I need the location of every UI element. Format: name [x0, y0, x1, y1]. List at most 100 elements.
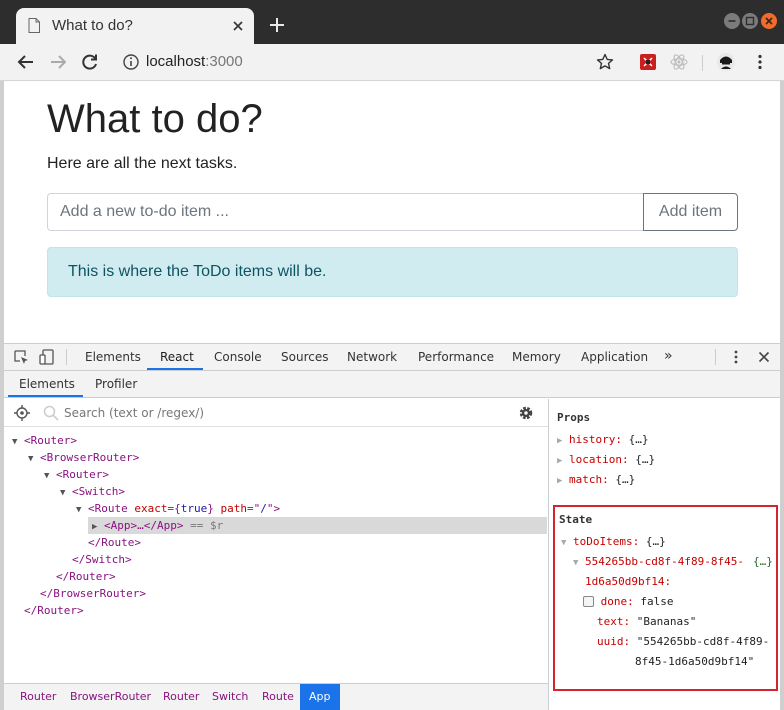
crosshair-icon[interactable]	[13, 404, 31, 422]
state-row-done[interactable]: done: false	[583, 593, 674, 610]
prop-row-location[interactable]: ▶ location: {…}	[557, 451, 655, 468]
browser-toolbar: localhost:3000	[0, 44, 784, 81]
page-subtitle: Here are all the next tasks.	[47, 155, 238, 172]
close-icon	[765, 17, 773, 25]
tree-node-browserrouter-close: </BrowserRouter>	[40, 587, 146, 600]
add-item-button[interactable]: Add item	[643, 193, 738, 231]
back-arrow-icon[interactable]	[16, 52, 36, 72]
expand-triangle-icon[interactable]: ▼	[12, 437, 17, 447]
page-icon	[28, 18, 40, 33]
tree-node-app-selected[interactable]: ▶ <App>…</App> == $r	[88, 517, 547, 534]
avatar[interactable]	[716, 52, 736, 72]
breadcrumb-switch[interactable]: Switch	[206, 684, 254, 710]
subtab-elements[interactable]: Elements	[19, 377, 75, 391]
tab-memory[interactable]: Memory	[512, 350, 561, 364]
devtools-separator	[66, 349, 67, 365]
reload-icon[interactable]	[80, 52, 100, 72]
tree-node-route-close: </Route>	[88, 536, 141, 549]
devtools-tabbar: Elements React Console Sources Network P…	[4, 344, 780, 371]
url-port: :3000	[205, 53, 243, 70]
component-search-input[interactable]	[64, 404, 504, 422]
tab-network[interactable]: Network	[347, 350, 397, 364]
alert-text: This is where the ToDo items will be.	[68, 263, 327, 280]
expand-triangle-icon[interactable]: ▶	[557, 436, 562, 446]
search-icon	[43, 405, 59, 421]
maximize-window-button[interactable]	[742, 13, 758, 29]
expand-triangle-icon[interactable]: ▼	[60, 488, 65, 498]
react-subtabs: Elements Profiler	[4, 371, 780, 398]
minimize-icon	[728, 20, 736, 22]
subtab-profiler[interactable]: Profiler	[95, 377, 137, 391]
active-tab-indicator	[147, 368, 203, 370]
tab-strip: What to do?	[0, 0, 784, 44]
forward-arrow-icon[interactable]	[48, 52, 68, 72]
extension-red-icon[interactable]	[638, 52, 658, 72]
tree-node-browserrouter[interactable]: ▼ <BrowserRouter>	[28, 449, 139, 466]
breadcrumb-app[interactable]: App	[300, 684, 340, 710]
state-row-item-uuid[interactable]: ▼ 554265bb-cd8f-4f89-8f45-	[573, 553, 744, 570]
tab-title: What to do?	[52, 17, 133, 34]
breadcrumb-browserrouter[interactable]: BrowserRouter	[64, 684, 157, 710]
expand-triangle-icon[interactable]: ▶	[557, 476, 562, 486]
tab-console[interactable]: Console	[214, 350, 262, 364]
react-devtools-icon[interactable]	[669, 52, 689, 72]
done-checkbox[interactable]	[583, 596, 594, 607]
expanded-triangle-icon[interactable]: ▼	[573, 558, 578, 568]
devtools-panel: Elements React Console Sources Network P…	[4, 343, 780, 710]
state-row-uuid[interactable]: uuid: "554265bb-cd8f-4f89-	[597, 633, 769, 650]
new-tab-icon[interactable]	[268, 16, 286, 34]
info-icon[interactable]	[122, 53, 140, 71]
tree-node-router-close: </Router>	[24, 604, 84, 617]
inspect-element-icon[interactable]	[12, 348, 30, 366]
browser-window: What to do? localhost:3000 What to do? H…	[0, 0, 784, 710]
expand-triangle-icon[interactable]: ▶	[557, 456, 562, 466]
tab-elements[interactable]: Elements	[85, 350, 141, 364]
breadcrumb-route[interactable]: Route	[256, 684, 300, 710]
address-bar[interactable]: localhost:3000	[146, 53, 243, 70]
page-title: What to do?	[47, 97, 263, 141]
state-item-value: {…}	[753, 555, 773, 568]
tree-node-switch[interactable]: ▼ <Switch>	[60, 483, 125, 500]
prop-row-history[interactable]: ▶ history: {…}	[557, 431, 649, 448]
state-highlight-box: State ▼ toDoItems: {…} ▼ 554265bb-cd8f-4…	[553, 505, 778, 691]
url-host: localhost	[146, 53, 206, 70]
more-tabs-button[interactable]: »	[664, 348, 673, 364]
search-bar	[4, 399, 548, 427]
close-window-button[interactable]	[761, 13, 777, 29]
gear-icon[interactable]	[517, 404, 535, 422]
menu-kebab-icon[interactable]	[750, 52, 770, 72]
tree-node-router-inner[interactable]: ▼ <Router>	[44, 466, 109, 483]
window-border-right	[780, 81, 784, 710]
tab-sources[interactable]: Sources	[281, 350, 328, 364]
device-toolbar-icon[interactable]	[38, 348, 56, 366]
bookmark-star-icon[interactable]	[595, 52, 615, 72]
state-row-todoitems[interactable]: ▼ toDoItems: {…}	[561, 533, 666, 550]
state-row-uuid-cont: 8f45-1d6a50d9bf14"	[635, 655, 755, 668]
minimize-window-button[interactable]	[724, 13, 740, 29]
tab-application[interactable]: Application	[581, 350, 648, 364]
collapsed-triangle-icon[interactable]: ▶	[92, 522, 97, 532]
todo-input[interactable]	[47, 193, 644, 231]
component-tree-pane: ▼ <Router> ▼ <BrowserRouter> ▼ <Router> …	[4, 399, 548, 710]
expanded-triangle-icon[interactable]: ▼	[561, 538, 566, 548]
devtools-menu-icon[interactable]	[727, 348, 745, 366]
close-tab-icon[interactable]	[230, 18, 246, 34]
maximize-icon	[745, 16, 755, 26]
tab-react[interactable]: React	[160, 350, 194, 364]
tree-node-router[interactable]: ▼ <Router>	[12, 432, 77, 449]
prop-row-match[interactable]: ▶ match: {…}	[557, 471, 635, 488]
tree-node-router-inner-close: </Router>	[56, 570, 116, 583]
breadcrumb-router-inner[interactable]: Router	[157, 684, 205, 710]
browser-tab[interactable]: What to do?	[16, 8, 254, 44]
state-row-text[interactable]: text: "Bananas"	[597, 613, 696, 630]
close-devtools-icon[interactable]	[755, 348, 773, 366]
expand-triangle-icon[interactable]: ▼	[28, 454, 33, 464]
breadcrumb: Router BrowserRouter Router Switch Route…	[4, 683, 548, 710]
tab-performance[interactable]: Performance	[418, 350, 494, 364]
page-content: What to do? Here are all the next tasks.…	[4, 81, 780, 343]
expand-triangle-icon[interactable]: ▼	[44, 471, 49, 481]
props-header: Props	[557, 411, 591, 424]
breadcrumb-router[interactable]: Router	[14, 684, 62, 710]
tree-node-route[interactable]: ▼ <Route exact={true} path="/">	[76, 500, 280, 517]
expand-triangle-icon[interactable]: ▼	[76, 505, 81, 515]
